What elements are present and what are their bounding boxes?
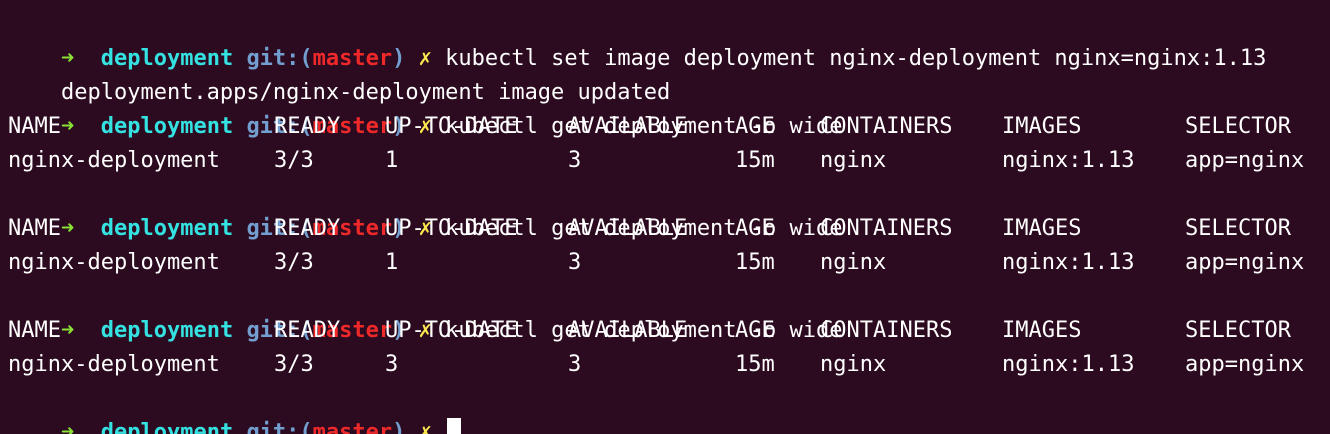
header-up-to-date: UP-TO-DATE bbox=[385, 216, 518, 241]
prompt-git-close: ) bbox=[392, 420, 406, 434]
header-up-to-date: UP-TO-DATE bbox=[385, 318, 518, 343]
cell-containers: nginx bbox=[820, 148, 887, 173]
cell-up-to-date: 3 bbox=[385, 352, 399, 377]
header-available: AVAILABLE bbox=[568, 318, 688, 343]
active-prompt-line[interactable]: ➜ deployment git:(master) ✗ bbox=[8, 382, 1330, 434]
header-age: AGE bbox=[735, 318, 775, 343]
table-row: nginx-deployment 3/3 1 3 15m nginx nginx… bbox=[8, 144, 1330, 178]
prompt-line: ➜ deployment git:(master) ✗ kubectl get … bbox=[8, 178, 1330, 241]
prompt-line: ➜ deployment git:(master) ✗ kubectl set … bbox=[8, 8, 1330, 71]
header-images: IMAGES bbox=[1002, 216, 1082, 241]
cell-images: nginx:1.13 bbox=[1002, 352, 1135, 377]
prompt-dirty-icon: ✗ bbox=[418, 420, 432, 434]
header-images: IMAGES bbox=[1002, 318, 1082, 343]
cell-available: 3 bbox=[568, 250, 582, 275]
prompt-git-open: git:( bbox=[246, 420, 313, 434]
header-containers: CONTAINERS bbox=[820, 318, 953, 343]
cell-name: nginx-deployment bbox=[8, 352, 220, 377]
output-line: deployment.apps/nginx-deployment image u… bbox=[8, 42, 1330, 105]
cell-containers: nginx bbox=[820, 352, 887, 377]
header-available: AVAILABLE bbox=[568, 216, 688, 241]
header-selector: SELECTOR bbox=[1185, 216, 1291, 241]
cell-images: nginx:1.13 bbox=[1002, 148, 1135, 173]
cell-name: nginx-deployment bbox=[8, 148, 220, 173]
header-containers: CONTAINERS bbox=[820, 216, 953, 241]
header-images: IMAGES bbox=[1002, 114, 1082, 139]
header-up-to-date: UP-TO-DATE bbox=[385, 114, 518, 139]
cell-selector: app=nginx bbox=[1185, 148, 1305, 173]
cell-up-to-date: 1 bbox=[385, 148, 399, 173]
cell-selector: app=nginx bbox=[1185, 352, 1305, 377]
header-selector: SELECTOR bbox=[1185, 114, 1291, 139]
prompt-line: ➜ deployment git:(master) ✗ kubectl get … bbox=[8, 76, 1330, 139]
cell-age: 15m bbox=[735, 352, 775, 377]
prompt-arrow-icon: ➜ bbox=[60, 420, 75, 434]
cell-containers: nginx bbox=[820, 250, 887, 275]
header-age: AGE bbox=[735, 216, 775, 241]
header-ready: READY bbox=[274, 114, 341, 139]
header-available: AVAILABLE bbox=[568, 114, 688, 139]
cell-name: nginx-deployment bbox=[8, 250, 220, 275]
cell-ready: 3/3 bbox=[274, 250, 314, 275]
cell-available: 3 bbox=[568, 148, 582, 173]
cell-ready: 3/3 bbox=[274, 352, 314, 377]
cell-selector: app=nginx bbox=[1185, 250, 1305, 275]
header-name: NAME bbox=[8, 318, 61, 343]
header-age: AGE bbox=[735, 114, 775, 139]
header-name: NAME bbox=[8, 216, 61, 241]
prompt-line: ➜ deployment git:(master) ✗ kubectl get … bbox=[8, 280, 1330, 343]
cell-up-to-date: 1 bbox=[385, 250, 399, 275]
header-ready: READY bbox=[274, 318, 341, 343]
header-containers: CONTAINERS bbox=[820, 114, 953, 139]
table-row: nginx-deployment 3/3 3 3 15m nginx nginx… bbox=[8, 348, 1330, 382]
cell-available: 3 bbox=[568, 352, 582, 377]
terminal-window[interactable]: ➜ deployment git:(master) ✗ kubectl set … bbox=[0, 0, 1330, 434]
prompt-branch: master bbox=[312, 420, 393, 434]
table-header-row: NAME READY UP-TO-DATE AVAILABLE AGE CONT… bbox=[8, 314, 1330, 348]
text-cursor[interactable] bbox=[447, 418, 462, 434]
table-row: nginx-deployment 3/3 1 3 15m nginx nginx… bbox=[8, 246, 1330, 280]
cell-age: 15m bbox=[735, 250, 775, 275]
cell-ready: 3/3 bbox=[274, 148, 314, 173]
prompt-directory: deployment bbox=[100, 420, 234, 434]
table-header-row: NAME READY UP-TO-DATE AVAILABLE AGE CONT… bbox=[8, 212, 1330, 246]
header-selector: SELECTOR bbox=[1185, 318, 1291, 343]
header-ready: READY bbox=[274, 216, 341, 241]
cell-images: nginx:1.13 bbox=[1002, 250, 1135, 275]
cell-age: 15m bbox=[735, 148, 775, 173]
table-header-row: NAME READY UP-TO-DATE AVAILABLE AGE CONT… bbox=[8, 110, 1330, 144]
header-name: NAME bbox=[8, 114, 61, 139]
